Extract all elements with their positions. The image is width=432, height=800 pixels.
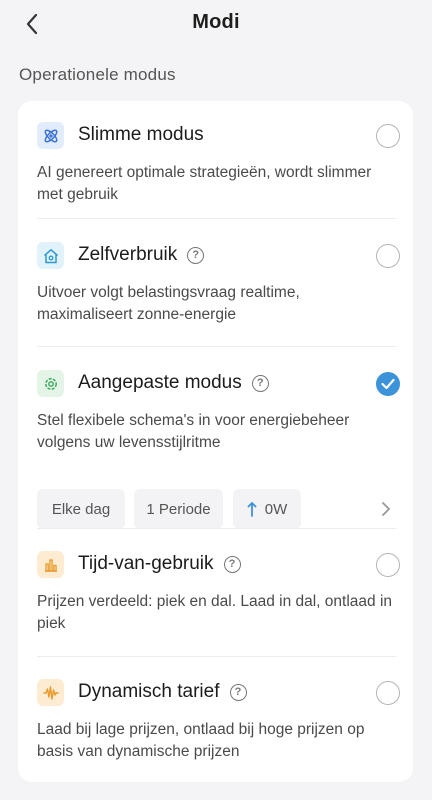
mode-name: Slimme modus — [78, 124, 204, 145]
mode-radio[interactable] — [376, 681, 400, 705]
divider — [37, 528, 396, 529]
waveform-icon — [37, 679, 64, 706]
section-title: Operationele modus — [19, 65, 176, 84]
schedule-period-chip[interactable]: 1 Periode — [134, 489, 223, 529]
chip-label: 1 Periode — [146, 500, 211, 518]
bar-chart-icon — [37, 551, 64, 578]
page-title: Modi — [192, 11, 240, 33]
help-icon[interactable]: ? — [251, 374, 269, 392]
chevron-right-icon[interactable] — [376, 499, 396, 519]
mode-radio[interactable] — [376, 553, 400, 577]
chip-label: 0W — [264, 500, 288, 518]
gear-icon — [37, 370, 64, 397]
divider — [37, 656, 396, 657]
mode-name: Zelfverbruik — [78, 244, 178, 265]
mode-radio-selected[interactable] — [376, 372, 400, 396]
mode-radio[interactable] — [376, 124, 400, 148]
atom-icon — [37, 122, 64, 149]
mode-description: Laad bij lage prijzen, ontlaad bij hoge … — [37, 721, 365, 760]
mode-description: Prijzen verdeeld: piek en dal. Laad in d… — [37, 593, 393, 632]
mode-description: AI genereert optimale strategieën, wordt… — [37, 164, 372, 203]
mode-description: Uitvoer volgt belastingsvraag realtime, … — [37, 284, 300, 323]
mode-radio[interactable] — [376, 244, 400, 268]
modes-card: Slimme modus AI genereert optimale strat… — [18, 101, 413, 782]
mode-name: Aangepaste modus — [78, 372, 242, 393]
help-icon[interactable]: ? — [229, 683, 247, 701]
chip-label: Elke dag — [51, 500, 111, 518]
help-icon[interactable]: ? — [223, 555, 241, 573]
arrow-up-icon — [247, 502, 257, 517]
help-icon[interactable]: ? — [187, 246, 205, 264]
home-sun-icon — [37, 242, 64, 269]
divider — [37, 346, 396, 347]
mode-description: Stel flexibele schema's in voor energieb… — [37, 412, 350, 451]
mode-name: Tijd-van-gebruik — [78, 553, 214, 574]
schedule-power-chip[interactable]: 0W — [233, 489, 301, 529]
schedule-day-chip[interactable]: Elke dag — [37, 489, 125, 529]
schedule-summary[interactable]: Elke dag 1 Periode 0W — [37, 489, 396, 529]
check-icon — [381, 378, 395, 390]
mode-name: Dynamisch tarief — [78, 681, 220, 702]
header-bar: Modi — [0, 0, 432, 48]
divider — [37, 218, 396, 219]
